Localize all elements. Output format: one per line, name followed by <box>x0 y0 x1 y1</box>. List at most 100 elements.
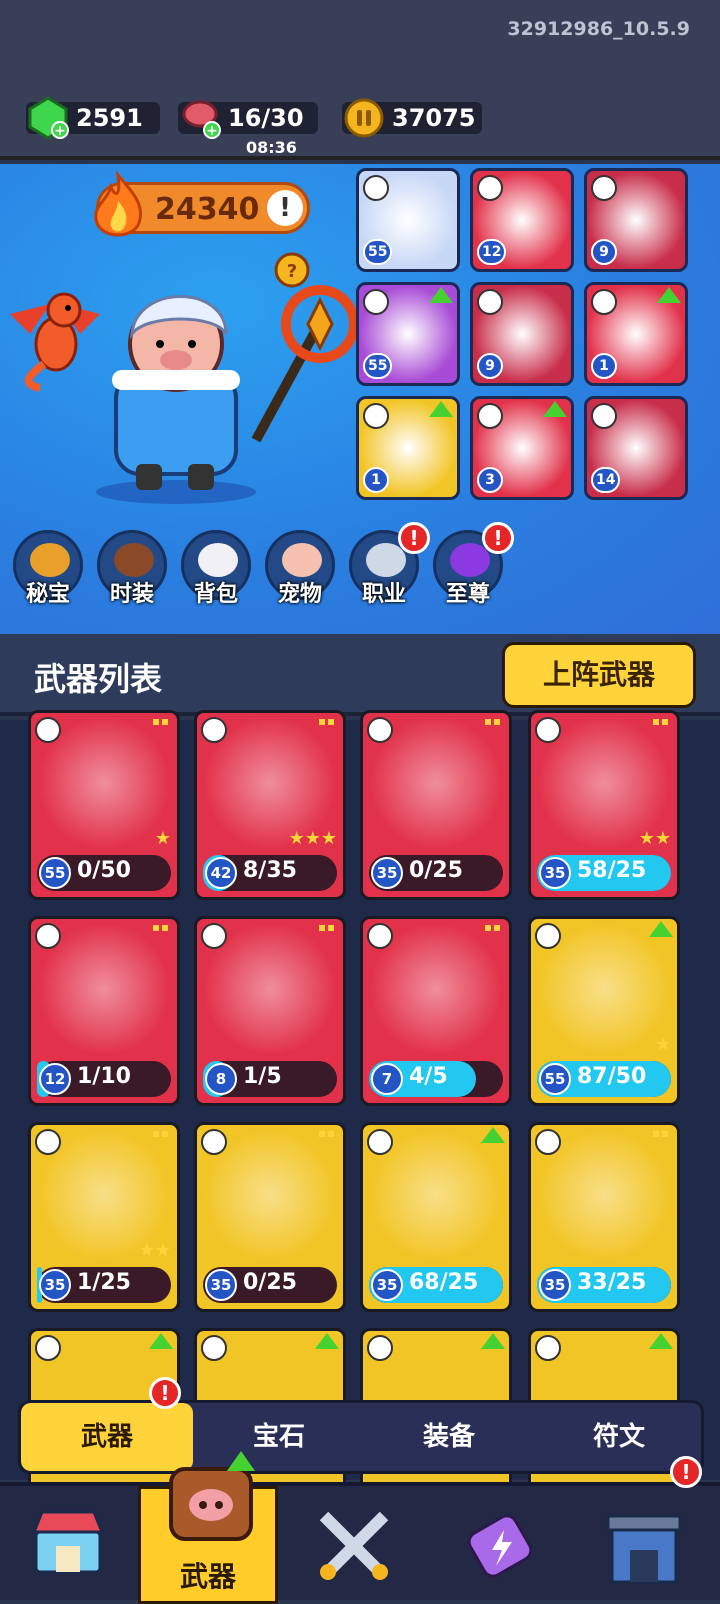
weapon-card[interactable]: ★★★ 42 8/35 <box>194 710 346 900</box>
meat-counter[interactable]: + 16/30 <box>178 100 318 139</box>
element-icon <box>201 923 227 949</box>
shard-count: 68/25 <box>409 1270 479 1295</box>
side-menu-label: 背包 <box>193 582 238 607</box>
side-menu-item[interactable]: 至尊! <box>430 522 514 607</box>
slot-level: 1 <box>363 467 389 493</box>
element-icon <box>201 1129 227 1155</box>
upgrade-arrow-icon <box>149 1333 173 1349</box>
tab-2[interactable]: 装备 <box>363 1403 535 1471</box>
shard-progress: 35 0/25 <box>203 1267 337 1303</box>
gem-counter[interactable]: + 2591 <box>26 96 160 140</box>
equipped-slot[interactable]: 55 <box>356 168 460 272</box>
meat-count: 16/30 <box>228 104 304 132</box>
shard-count: 33/25 <box>577 1270 647 1295</box>
deploy-weapon-button[interactable]: 上阵武器 <box>502 642 696 708</box>
star-rating: ★★ <box>138 1240 171 1261</box>
weapon-card[interactable]: ★★ 35 1/25 <box>28 1122 180 1312</box>
star-rating: ★ <box>654 1034 671 1055</box>
side-menu-item[interactable]: 职业! <box>346 522 430 607</box>
slot-level: 55 <box>363 353 393 379</box>
weapon-card[interactable]: ★ 55 0/50 <box>28 710 180 900</box>
nav-gacha[interactable] <box>430 1486 570 1604</box>
power-info-button[interactable]: ! <box>267 190 303 226</box>
side-menu-label: 秘宝 <box>25 582 70 607</box>
side-menu-item[interactable]: 秘宝 <box>10 530 86 607</box>
rarity-dots-icon <box>485 925 500 931</box>
weapon-card[interactable]: ★ 55 87/50 <box>528 916 680 1106</box>
upgrade-arrow-icon <box>429 401 453 417</box>
weapon-card[interactable]: 12 1/10 <box>28 916 180 1106</box>
element-icon <box>363 403 389 429</box>
shard-count: 8/35 <box>243 858 297 883</box>
coin-icon <box>344 98 384 138</box>
shard-count: 1/5 <box>243 1064 282 1089</box>
equipped-slot[interactable]: 55 <box>356 282 460 386</box>
shard-count: 58/25 <box>577 858 647 883</box>
rarity-dots-icon <box>319 1131 334 1137</box>
side-menu-item[interactable]: 宠物 <box>262 530 338 607</box>
slot-level: 14 <box>591 467 621 493</box>
equipped-slot[interactable]: 3 <box>470 396 574 500</box>
equipped-slot[interactable]: 9 <box>470 282 574 386</box>
equipped-slot[interactable]: 1 <box>584 282 688 386</box>
equipped-slot[interactable]: 9 <box>584 168 688 272</box>
element-icon <box>477 175 503 201</box>
shard-progress: 35 1/25 <box>37 1267 171 1303</box>
nav-weapons[interactable]: 武器 <box>138 1451 278 1604</box>
weapon-level: 55 <box>539 1063 571 1095</box>
weapon-card[interactable]: 35 33/25 <box>528 1122 680 1312</box>
shard-count: 1/10 <box>77 1064 131 1089</box>
bottom-nav: 武器 ! <box>0 1451 720 1604</box>
upgrade-arrow-icon <box>649 921 673 937</box>
equipped-slot[interactable]: 1 <box>356 396 460 500</box>
nav-weapons-label: 武器 <box>179 1560 236 1593</box>
svg-text:+: + <box>54 123 66 139</box>
nav-shop[interactable] <box>0 1486 140 1604</box>
element-icon <box>367 1335 393 1361</box>
alert-badge: ! <box>482 522 514 554</box>
weapon-card[interactable]: 35 68/25 <box>360 1122 512 1312</box>
star-rating: ★ <box>154 828 171 849</box>
side-menu-item[interactable]: 时装 <box>94 530 170 607</box>
equipped-slot[interactable]: 14 <box>584 396 688 500</box>
rarity-dots-icon <box>153 719 168 725</box>
slot-level: 3 <box>477 467 503 493</box>
scroll-icon <box>467 1514 533 1578</box>
slot-level: 55 <box>363 239 393 265</box>
shard-progress: 8 1/5 <box>203 1061 337 1097</box>
side-menu-item[interactable]: 背包 <box>178 530 254 607</box>
weapon-level: 35 <box>39 1269 71 1301</box>
tab-label: 符文 <box>592 1422 645 1452</box>
svg-text:+: + <box>206 123 218 139</box>
weapon-card[interactable]: 35 0/25 <box>194 1122 346 1312</box>
nav-base[interactable]: ! <box>580 1456 720 1604</box>
equipped-slot[interactable]: 12 <box>470 168 574 272</box>
element-icon <box>367 923 393 949</box>
upgrade-arrow-icon <box>429 287 453 303</box>
weapon-card[interactable]: 7 4/5 <box>360 916 512 1106</box>
rarity-dots-icon <box>319 925 334 931</box>
upgrade-arrow-icon <box>481 1127 505 1143</box>
weapon-level: 35 <box>539 1269 571 1301</box>
shard-count: 4/5 <box>409 1064 448 1089</box>
staff-weapon: ? <box>251 252 359 443</box>
weapon-card[interactable]: 8 1/5 <box>194 916 346 1106</box>
element-icon <box>35 1129 61 1155</box>
element-icon <box>535 717 561 743</box>
rarity-dots-icon <box>153 1131 168 1137</box>
element-icon <box>35 1335 61 1361</box>
shard-progress: 35 68/25 <box>369 1267 503 1303</box>
weapon-card[interactable]: ★★ 35 58/25 <box>528 710 680 900</box>
element-icon <box>201 717 227 743</box>
tab-label: 装备 <box>422 1422 475 1452</box>
element-icon <box>35 717 61 743</box>
coin-counter[interactable]: 37075 <box>342 98 482 138</box>
weapon-card[interactable]: 35 0/25 <box>360 710 512 900</box>
weapon-level: 7 <box>371 1063 403 1095</box>
tab-label: 宝石 <box>252 1422 305 1452</box>
weapon-level: 42 <box>205 857 237 889</box>
weapon-level: 35 <box>539 857 571 889</box>
slot-level: 9 <box>591 239 617 265</box>
power-display: 24340 ! <box>94 171 310 237</box>
nav-battle[interactable] <box>284 1486 424 1604</box>
